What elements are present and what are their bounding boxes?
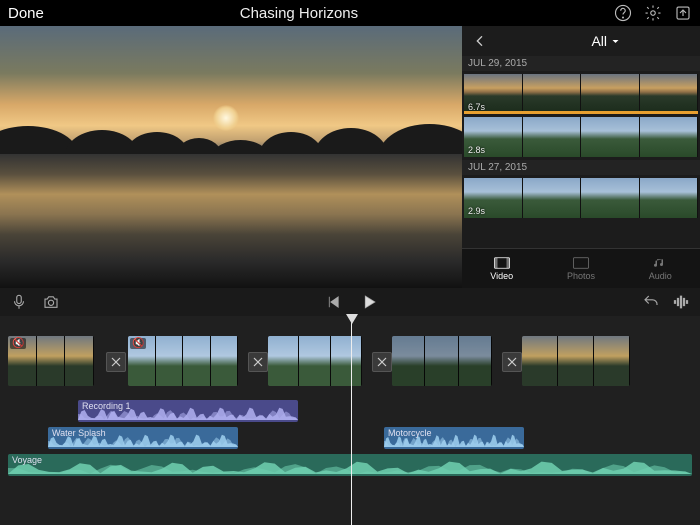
video-preview[interactable] [0,26,462,288]
tab-video[interactable]: Video [462,249,541,288]
media-date-header: JUL 29, 2015 [462,56,700,71]
audio-track-2[interactable]: Water Splash Motorcycle [0,427,700,451]
tab-audio-label: Audio [649,271,672,281]
tab-audio[interactable]: Audio [621,249,700,288]
clip-duration: 2.8s [468,145,485,155]
audio-waveform-button[interactable] [672,293,690,311]
mute-icon: 🔇 [10,338,26,349]
voiceover-button[interactable] [10,293,28,311]
mute-icon: 🔇 [130,338,146,349]
playhead-line [351,316,352,525]
help-icon[interactable] [614,4,632,22]
chevron-down-icon [611,37,620,46]
media-filter-dropdown[interactable]: All [591,33,620,49]
audio-track-1[interactable]: Recording 1 [0,400,700,424]
tab-photos-label: Photos [567,271,595,281]
share-icon[interactable] [674,4,692,22]
undo-button[interactable] [642,293,660,311]
tab-video-label: Video [490,271,513,281]
media-clip[interactable]: 2.9s [464,178,698,218]
audio-clip-label: Recording 1 [82,401,131,411]
transition-button[interactable] [372,352,392,372]
skip-start-button[interactable] [324,293,342,311]
video-clip[interactable]: 🔇 [8,336,94,386]
project-title: Chasing Horizons [0,5,614,22]
tab-photos[interactable]: Photos [541,249,620,288]
video-clip[interactable]: 🔇 [128,336,238,386]
transition-button[interactable] [248,352,268,372]
audio-track-3[interactable]: Voyage [0,454,700,478]
video-clip[interactable] [392,336,492,386]
media-date-header: JUL 27, 2015 [462,160,700,175]
camera-button[interactable] [42,293,60,311]
audio-clip[interactable]: Voyage [8,454,692,476]
video-track[interactable]: 🔇🔇 [0,334,700,392]
audio-clip-label: Voyage [12,455,42,465]
timeline[interactable]: 🔇🔇 Recording 1 Water SplashMotorcycle Vo… [0,316,700,525]
video-clip[interactable] [268,336,362,386]
settings-icon[interactable] [644,4,662,22]
back-button[interactable] [472,33,488,49]
audio-clip-label: Water Splash [52,428,106,438]
media-clip[interactable]: 2.8s [464,117,698,157]
play-button[interactable] [360,293,378,311]
media-browser: All JUL 29, 2015 6.7s 2.8s JUL 27, 2015 2.9s… [462,26,700,288]
audio-clip-label: Motorcycle [388,428,432,438]
media-filter-label: All [591,33,607,49]
audio-clip[interactable]: Recording 1 [78,400,298,422]
playhead-marker[interactable] [346,314,358,324]
audio-clip[interactable]: Water Splash [48,427,238,449]
media-clip[interactable]: 6.7s [464,74,698,114]
video-clip[interactable] [522,336,630,386]
clip-duration: 2.9s [468,206,485,216]
transition-button[interactable] [106,352,126,372]
transition-button[interactable] [502,352,522,372]
audio-clip[interactable]: Motorcycle [384,427,524,449]
